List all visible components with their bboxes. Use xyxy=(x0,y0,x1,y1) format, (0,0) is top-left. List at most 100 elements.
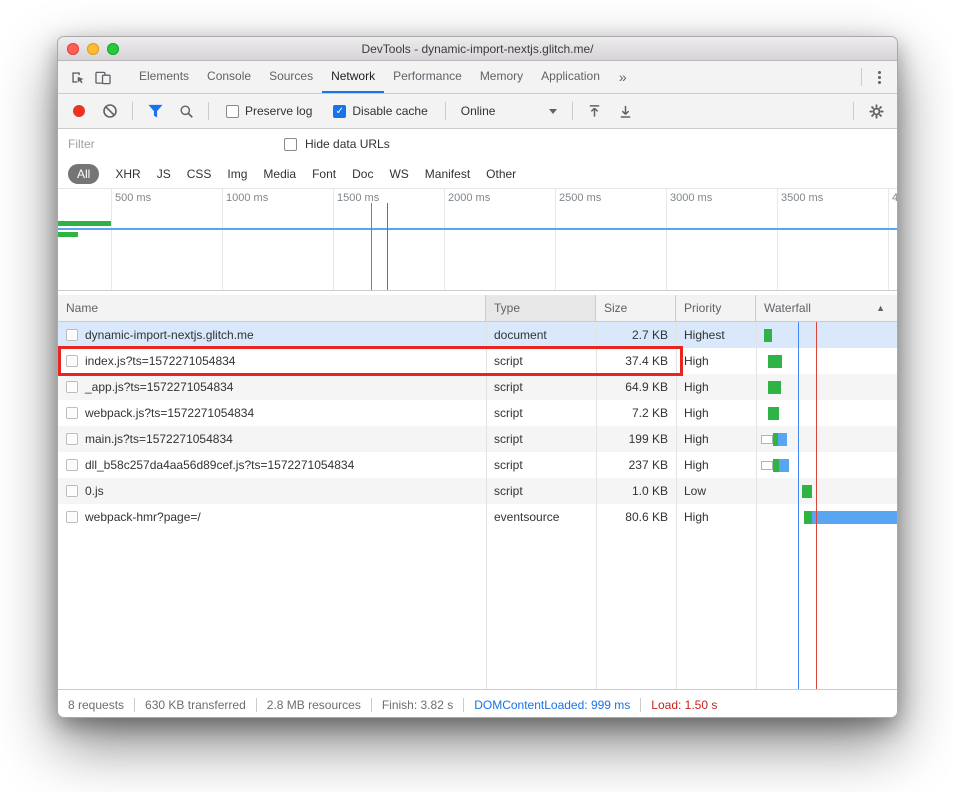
column-separator xyxy=(486,322,487,689)
request-size: 37.4 KB xyxy=(625,354,668,368)
filter-pill-doc[interactable]: Doc xyxy=(352,167,373,181)
close-window-button[interactable] xyxy=(67,43,79,55)
table-row[interactable]: dll_b58c257da4aa56d89cef.js?ts=157227105… xyxy=(58,452,897,478)
overview-tick-label: 500 ms xyxy=(115,192,151,204)
filter-pill-ws[interactable]: WS xyxy=(389,167,408,181)
tab-memory[interactable]: Memory xyxy=(471,61,532,93)
tab-performance[interactable]: Performance xyxy=(384,61,471,93)
table-row[interactable]: 0.jsscript1.0 KBLow xyxy=(58,478,897,504)
priority-cell: High xyxy=(676,400,756,426)
filter-pill-media[interactable]: Media xyxy=(263,167,296,181)
request-size: 1.0 KB xyxy=(632,484,668,498)
record-icon[interactable] xyxy=(73,105,85,117)
request-type: script xyxy=(494,458,523,472)
overview-tick-label: 2000 ms xyxy=(448,192,490,204)
hide-data-urls-checkbox[interactable] xyxy=(284,138,297,151)
settings-gear-icon[interactable] xyxy=(863,98,889,124)
type-cell: script xyxy=(486,452,596,478)
summary-separator xyxy=(256,698,257,712)
column-header-label: Waterfall xyxy=(764,301,811,315)
throttling-select[interactable]: Online xyxy=(461,104,557,118)
tab-sources[interactable]: Sources xyxy=(260,61,322,93)
preserve-log-checkbox[interactable] xyxy=(226,105,239,118)
summary-separator xyxy=(371,698,372,712)
clear-icon[interactable] xyxy=(97,98,123,124)
kebab-menu-icon[interactable] xyxy=(868,71,891,84)
column-header-priority[interactable]: Priority xyxy=(676,295,756,321)
column-header-size[interactable]: Size xyxy=(596,295,676,321)
tab-application[interactable]: Application xyxy=(532,61,609,93)
sort-ascending-icon[interactable]: ▲ xyxy=(876,303,889,313)
filter-pill-font[interactable]: Font xyxy=(312,167,336,181)
overview-gridline xyxy=(444,189,445,290)
size-cell: 199 KB xyxy=(596,426,676,452)
toolbar-separator xyxy=(853,102,854,120)
tab-network[interactable]: Network xyxy=(322,61,384,93)
hide-data-urls-label: Hide data URLs xyxy=(305,137,390,151)
overview-load-line xyxy=(387,203,388,290)
summary-separator xyxy=(134,698,135,712)
filter-pill-all[interactable]: All xyxy=(68,164,99,184)
disable-cache-checkbox[interactable] xyxy=(333,105,346,118)
type-cell: script xyxy=(486,348,596,374)
size-cell: 2.7 KB xyxy=(596,322,676,348)
request-type: script xyxy=(494,406,523,420)
table-row[interactable]: main.js?ts=1572271054834script199 KBHigh xyxy=(58,426,897,452)
filter-pill-other[interactable]: Other xyxy=(486,167,516,181)
column-header-name[interactable]: Name xyxy=(58,295,486,321)
tab-console[interactable]: Console xyxy=(198,61,260,93)
import-har-icon[interactable] xyxy=(582,98,608,124)
request-name: webpack.js?ts=1572271054834 xyxy=(85,406,254,420)
filter-pill-js[interactable]: JS xyxy=(157,167,171,181)
waterfall-bar-blue xyxy=(812,511,897,524)
table-row[interactable]: webpack-hmr?page=/eventsource80.6 KBHigh xyxy=(58,504,897,530)
filter-pill-css[interactable]: CSS xyxy=(187,167,212,181)
table-row[interactable]: dynamic-import-nextjs.glitch.medocument2… xyxy=(58,322,897,348)
file-icon xyxy=(66,459,78,471)
window-titlebar[interactable]: DevTools - dynamic-import-nextjs.glitch.… xyxy=(58,37,897,61)
type-cell: eventsource xyxy=(486,504,596,530)
request-name: main.js?ts=1572271054834 xyxy=(85,432,233,446)
file-icon xyxy=(66,381,78,393)
filter-pill-img[interactable]: Img xyxy=(227,167,247,181)
tab-elements[interactable]: Elements xyxy=(130,61,198,93)
column-header-type[interactable]: Type xyxy=(486,295,596,321)
requests-table-body: dynamic-import-nextjs.glitch.medocument2… xyxy=(58,322,897,689)
requests-table-header: NameTypeSize Priority Waterfall ▲ xyxy=(58,295,897,322)
table-row[interactable]: webpack.js?ts=1572271054834script7.2 KBH… xyxy=(58,400,897,426)
filter-pill-manifest[interactable]: Manifest xyxy=(425,167,470,181)
summary-transferred: 630 KB transferred xyxy=(145,698,246,712)
request-name: webpack-hmr?page=/ xyxy=(85,510,201,524)
request-name: dynamic-import-nextjs.glitch.me xyxy=(85,328,254,342)
waterfall-cell xyxy=(756,478,897,504)
file-icon xyxy=(66,511,78,523)
request-priority: High xyxy=(684,458,709,472)
waterfall-bar-stalled xyxy=(761,461,773,470)
waterfall-cell xyxy=(756,374,897,400)
request-type: script xyxy=(494,380,523,394)
minimize-window-button[interactable] xyxy=(87,43,99,55)
filter-pill-xhr[interactable]: XHR xyxy=(115,167,140,181)
priority-cell: Low xyxy=(676,478,756,504)
column-header-waterfall[interactable]: Waterfall ▲ xyxy=(756,295,897,321)
inspect-element-icon[interactable] xyxy=(64,64,90,90)
table-row[interactable]: index.js?ts=1572271054834script37.4 KBHi… xyxy=(58,348,897,374)
devtools-tabs: ElementsConsoleSourcesNetworkPerformance… xyxy=(130,61,609,93)
network-overview-timeline[interactable]: 500 ms1000 ms1500 ms2000 ms2500 ms3000 m… xyxy=(58,189,897,291)
type-cell: script xyxy=(486,426,596,452)
device-toolbar-icon[interactable] xyxy=(90,64,116,90)
more-tabs-chevron-icon[interactable]: » xyxy=(611,69,635,85)
column-header-label: Priority xyxy=(684,301,721,315)
size-cell: 80.6 KB xyxy=(596,504,676,530)
filter-icon[interactable] xyxy=(142,98,168,124)
search-icon[interactable] xyxy=(173,98,199,124)
name-cell: index.js?ts=1572271054834 xyxy=(58,348,486,374)
zoom-window-button[interactable] xyxy=(107,43,119,55)
devtools-tabbar: ElementsConsoleSourcesNetworkPerformance… xyxy=(58,61,897,94)
filter-input[interactable] xyxy=(68,137,276,151)
summary-resources: 2.8 MB resources xyxy=(267,698,361,712)
export-har-icon[interactable] xyxy=(613,98,639,124)
request-priority: Highest xyxy=(684,328,725,342)
table-row[interactable]: _app.js?ts=1572271054834script64.9 KBHig… xyxy=(58,374,897,400)
size-cell: 37.4 KB xyxy=(596,348,676,374)
